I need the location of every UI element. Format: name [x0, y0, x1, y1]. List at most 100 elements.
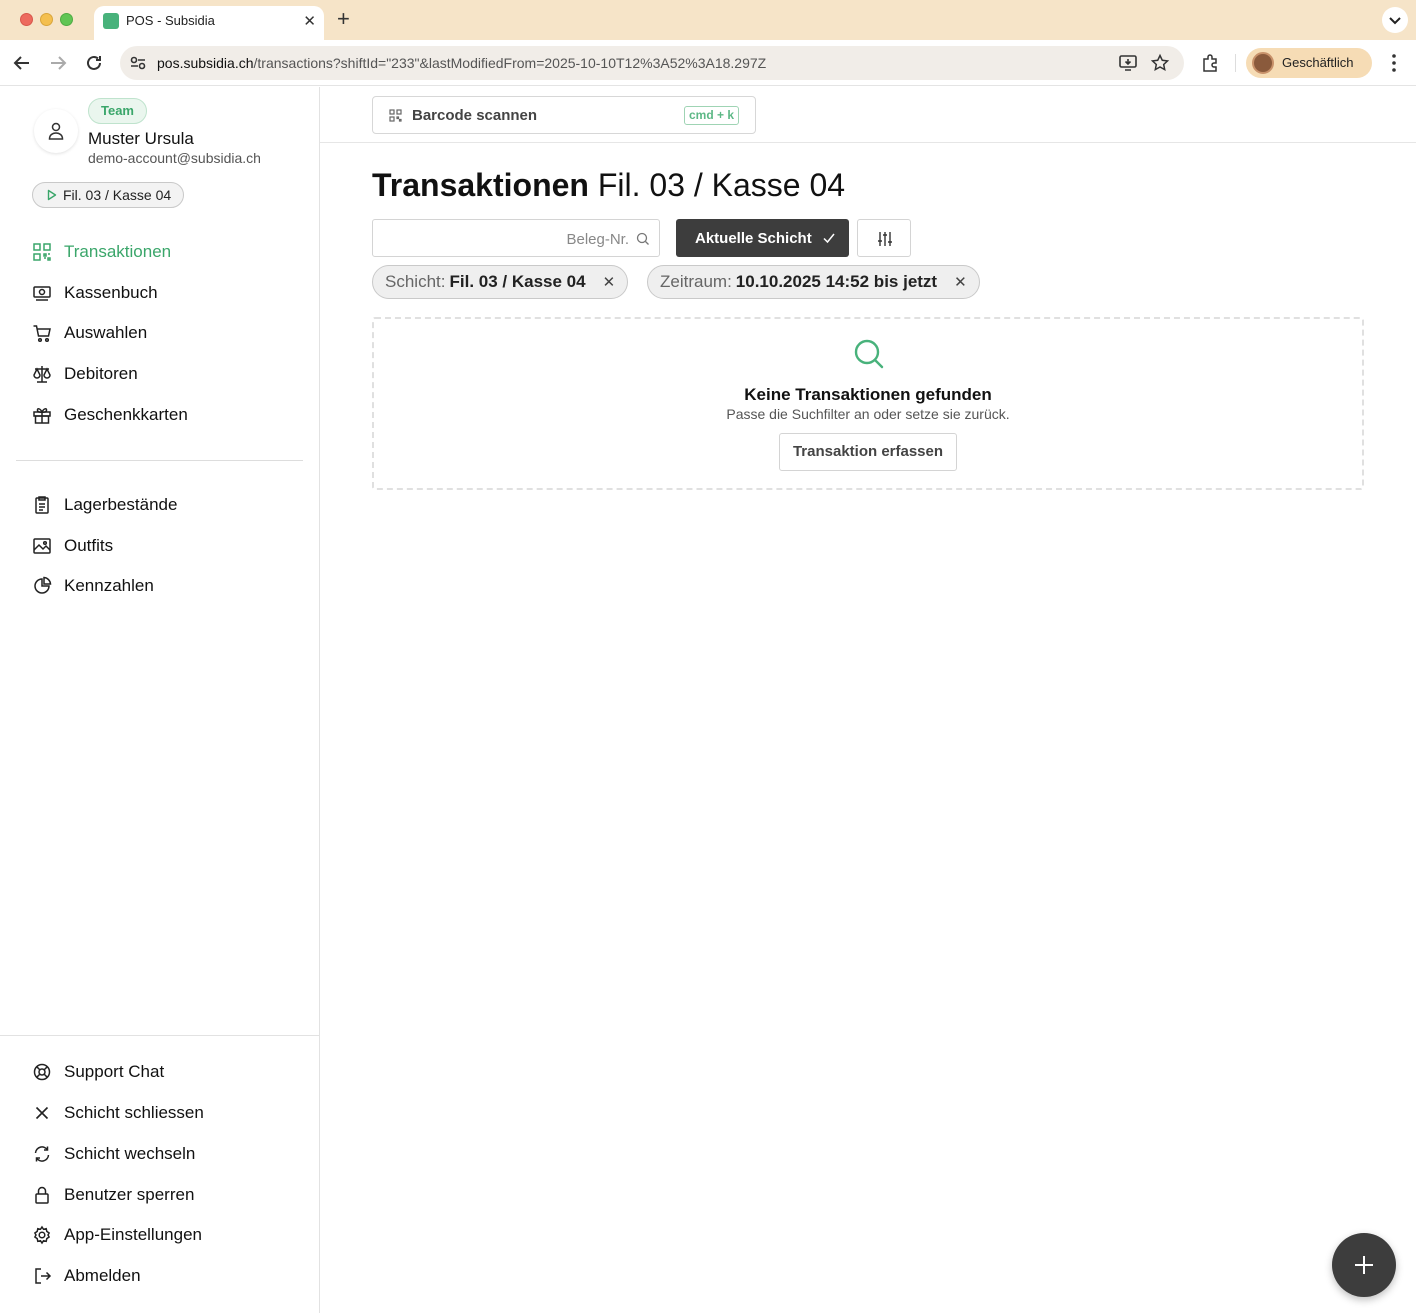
gift-icon [33, 408, 51, 424]
cart-icon [33, 325, 51, 343]
sidebar-item-label: Debitoren [64, 364, 138, 383]
sidebar-item-benutzer-sperren[interactable]: Benutzer sperren [32, 1181, 194, 1209]
sidebar-item-lagerbestaende[interactable]: Lagerbestände [32, 491, 177, 519]
sidebar-divider [16, 460, 303, 461]
bookmark-star-icon[interactable] [1150, 53, 1170, 73]
sidebar: Team Muster Ursula demo-account@subsidia… [0, 87, 320, 1313]
subsidia-favicon-icon [103, 13, 119, 29]
sidebar-item-label: Lagerbestände [64, 495, 178, 514]
filter-settings-button[interactable] [857, 219, 911, 257]
sidebar-item-label: Kennzahlen [64, 576, 154, 595]
empty-state: Keine Transaktionen gefunden Passe die S… [372, 317, 1364, 490]
filter-chip-shift[interactable]: Schicht: Fil. 03 / Kasse 04 ✕ [372, 265, 629, 299]
toolbar-separator [1235, 54, 1236, 72]
sidebar-footer-divider [0, 1035, 320, 1036]
remove-filter-icon[interactable]: ✕ [603, 273, 616, 291]
install-app-icon[interactable] [1118, 53, 1138, 73]
url-text[interactable]: pos.subsidia.ch/transactions?shiftId="23… [157, 55, 766, 71]
pie-chart-icon [34, 576, 52, 594]
window-minimize-button[interactable] [40, 13, 53, 26]
barcode-icon [389, 109, 402, 122]
filter-chip-key: Zeitraum: [660, 272, 732, 291]
tab-close-icon[interactable]: ✕ [303, 12, 316, 30]
sidebar-item-abmelden[interactable]: Abmelden [32, 1262, 141, 1290]
address-bar[interactable]: pos.subsidia.ch/transactions?shiftId="23… [120, 46, 1184, 80]
sidebar-item-label: Auswahlen [64, 323, 148, 342]
add-fab-button[interactable] [1332, 1233, 1396, 1297]
sidebar-item-label: Geschenkkarten [64, 405, 188, 424]
shift-pill[interactable]: Fil. 03 / Kasse 04 [32, 182, 185, 208]
sliders-icon [878, 232, 892, 246]
sidebar-item-debitoren[interactable]: Debitoren [32, 360, 138, 388]
close-icon [35, 1106, 49, 1120]
search-icon [854, 339, 884, 369]
barcode-scan-button[interactable]: Barcode scannen cmd + k [372, 96, 756, 134]
sidebar-item-geschenkkarten[interactable]: Geschenkkarten [32, 401, 188, 429]
clipboard-icon [35, 496, 49, 514]
browser-tab[interactable]: POS - Subsidia ✕ [94, 6, 324, 40]
receipt-search-input[interactable] [381, 228, 629, 250]
lifebuoy-icon [33, 1063, 51, 1081]
filter-chip-timeframe[interactable]: Zeitraum: 10.10.2025 14:52 bis jetzt ✕ [647, 265, 980, 299]
sidebar-item-label: Abmelden [64, 1266, 141, 1285]
remove-filter-icon[interactable]: ✕ [954, 273, 967, 291]
sidebar-item-label: Benutzer sperren [64, 1185, 195, 1204]
browser-menu-icon[interactable] [1384, 51, 1404, 75]
filter-chip-value: 10.10.2025 14:52 bis jetzt [735, 272, 938, 291]
receipt-search-field[interactable] [372, 219, 660, 257]
profile-button[interactable]: Geschäftlich [1246, 48, 1372, 78]
chevron-down-icon [1389, 17, 1401, 25]
sidebar-item-label: Transaktionen [64, 242, 172, 261]
sidebar-item-label: Kassenbuch [64, 283, 158, 302]
profile-avatar [1252, 52, 1274, 74]
current-shift-button[interactable]: Aktuelle Schicht [676, 219, 849, 257]
avatar[interactable] [34, 109, 78, 153]
sidebar-item-label: Support Chat [64, 1062, 165, 1081]
sidebar-item-outfits[interactable]: Outfits [32, 532, 113, 560]
sidebar-item-label: App-Einstellungen [64, 1225, 202, 1244]
search-icon [636, 232, 649, 245]
user-name: Muster Ursula [88, 129, 194, 148]
window-zoom-button[interactable] [60, 13, 73, 26]
sidebar-item-schicht-schliessen[interactable]: Schicht schliessen [32, 1099, 204, 1127]
sidebar-item-app-einstellungen[interactable]: App-Einstellungen [32, 1221, 202, 1249]
site-settings-icon[interactable] [128, 53, 148, 73]
sidebar-item-schicht-wechseln[interactable]: Schicht wechseln [32, 1140, 195, 1168]
create-transaction-button[interactable]: Transaktion erfassen [779, 433, 957, 471]
page-title: Transaktionen Fil. 03 / Kasse 04 [372, 167, 845, 204]
sidebar-item-support-chat[interactable]: Support Chat [32, 1058, 164, 1086]
window-close-button[interactable] [20, 13, 33, 26]
page-title-sub: Fil. 03 / Kasse 04 [597, 167, 846, 203]
refresh-icon [34, 1146, 50, 1162]
back-icon[interactable] [10, 51, 34, 75]
qr-icon [33, 243, 51, 261]
plus-icon [1355, 1256, 1373, 1274]
sidebar-item-kennzahlen[interactable]: Kennzahlen [32, 572, 154, 600]
shortcut-hint: cmd + k [683, 106, 739, 125]
empty-state-message: Passe die Suchfilter an oder setze sie z… [726, 406, 1010, 422]
sidebar-item-kassenbuch[interactable]: Kassenbuch [32, 279, 158, 307]
new-tab-button[interactable]: + [337, 7, 350, 31]
current-shift-label: Aktuelle Schicht [695, 229, 812, 247]
forward-icon[interactable] [46, 51, 70, 75]
lock-icon [35, 1186, 49, 1204]
sidebar-item-auswahlen[interactable]: Auswahlen [32, 319, 147, 347]
user-icon [48, 122, 64, 140]
page-title-main: Transaktionen [372, 167, 589, 203]
barcode-scan-label: Barcode scannen [412, 107, 538, 124]
extensions-icon[interactable] [1200, 53, 1220, 73]
team-badge: Team [88, 98, 147, 124]
tab-title: POS - Subsidia [126, 13, 215, 28]
sidebar-item-transaktionen[interactable]: Transaktionen [32, 238, 171, 266]
top-bar: Barcode scannen cmd + k [320, 87, 1416, 143]
image-icon [33, 538, 51, 554]
sidebar-item-label: Schicht schliessen [64, 1103, 204, 1122]
profile-name: Geschäftlich [1282, 55, 1354, 70]
play-icon [47, 189, 57, 201]
reload-icon[interactable] [82, 51, 106, 75]
filter-chip-key: Schicht: [385, 272, 446, 291]
sidebar-item-label: Schicht wechseln [64, 1144, 196, 1163]
main-content: Barcode scannen cmd + k Transaktionen Fi… [320, 87, 1416, 1313]
tab-search-button[interactable] [1382, 7, 1408, 33]
browser-tabbar: POS - Subsidia ✕ + [0, 0, 1416, 40]
